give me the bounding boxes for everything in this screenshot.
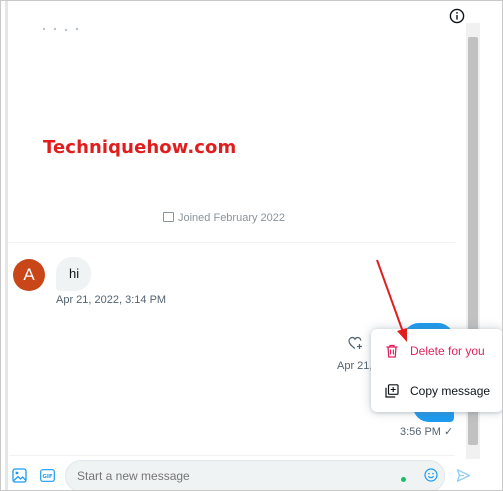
gif-icon[interactable]: GIF [40, 469, 55, 482]
joined-text: Joined February 2022 [178, 212, 286, 224]
dm-conversation-panel: Techniquehow.com Joined February 2022 A … [0, 0, 503, 491]
incoming-timestamp: Apr 21, 2022, 3:14 PM [56, 294, 167, 306]
sent-check-icon: ✓ [443, 426, 454, 438]
media-icon[interactable] [12, 468, 27, 483]
composer-divider [9, 455, 455, 456]
left-edge-strip [5, 1, 8, 490]
delete-for-you-menu-item[interactable]: Delete for you [371, 332, 502, 370]
typing-status-dot [401, 477, 406, 482]
calendar-icon [163, 212, 174, 222]
avatar[interactable]: A [13, 259, 45, 291]
message-composer[interactable] [65, 460, 445, 490]
copy-label: Copy message [410, 384, 491, 398]
watermark-text: Techniquehow.com [43, 137, 237, 158]
trash-icon [386, 344, 398, 358]
info-icon[interactable] [449, 8, 465, 24]
delete-label: Delete for you [410, 344, 485, 358]
copy-icon [385, 384, 399, 398]
send-icon[interactable] [456, 468, 471, 483]
incoming-message-bubble[interactable]: hi [56, 257, 91, 291]
outgoing-timestamp: 3:56 PM ✓ [400, 425, 453, 438]
message-input[interactable] [77, 469, 377, 483]
profile-divider [9, 242, 455, 243]
emoji-icon[interactable] [424, 468, 438, 482]
message-context-menu: Delete for you Copy message [371, 329, 502, 412]
outgoing-timestamp-partial: Apr 21, [337, 360, 373, 372]
outgoing-time: 3:56 PM [400, 426, 441, 438]
faded-header-text [42, 27, 79, 32]
joined-date: Joined February 2022 [163, 212, 285, 224]
copy-message-menu-item[interactable]: Copy message [371, 372, 502, 410]
heart-add-icon[interactable] [348, 336, 364, 350]
svg-text:GIF: GIF [42, 474, 53, 480]
